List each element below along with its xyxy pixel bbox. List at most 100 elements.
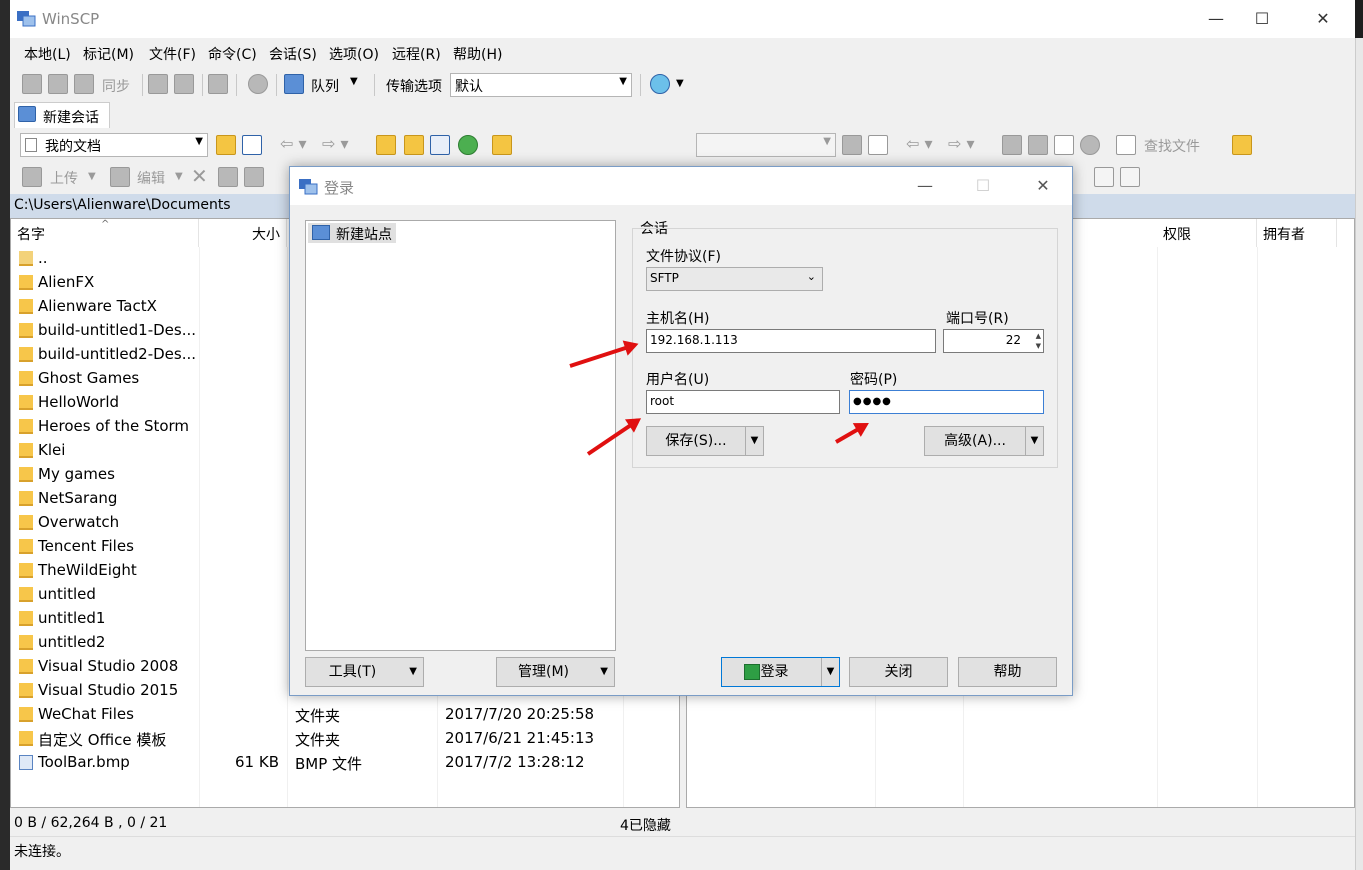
- chevron-down-icon[interactable]: ▼: [88, 171, 96, 182]
- sort-ascending-icon: ^: [101, 219, 110, 230]
- root-folder-icon[interactable]: [404, 135, 424, 155]
- queue-icon[interactable]: [284, 74, 304, 94]
- console-icon[interactable]: [148, 74, 168, 94]
- folder-icon: [19, 275, 33, 290]
- home-icon[interactable]: [430, 135, 450, 155]
- local-nav-toolbar: 我的文档 ▼ ⇦ ▾ ⇨ ▾: [10, 130, 680, 160]
- sync-browse-icon[interactable]: [48, 74, 68, 94]
- chevron-down-icon[interactable]: ▼: [350, 76, 358, 87]
- table-row[interactable]: WeChat Files 文件夹 2017/7/20 20:25:58: [11, 703, 679, 727]
- tree-icon[interactable]: [492, 135, 512, 155]
- forward-arrow-icon[interactable]: ⇨ ▾: [948, 134, 975, 153]
- remote-nav-toolbar: ▼ ⇦ ▾ ⇨ ▾ 查找文件: [686, 130, 1355, 160]
- chevron-down-icon: ▼: [600, 666, 608, 677]
- menu-commands[interactable]: 命令(C): [208, 44, 257, 64]
- menu-remote[interactable]: 远程(R): [392, 44, 441, 64]
- document-icon: [25, 138, 37, 152]
- dialog-title-bar: 登录 — ☐ ✕: [290, 167, 1072, 205]
- file-type: 文件夹: [295, 731, 341, 749]
- chevron-down-icon[interactable]: ▼: [175, 171, 183, 182]
- parent-folder-icon[interactable]: [376, 135, 396, 155]
- back-arrow-icon[interactable]: ⇦ ▾: [906, 134, 933, 153]
- local-location-select[interactable]: 我的文档 ▼: [20, 133, 208, 157]
- tab-new-session[interactable]: 新建会话: [14, 102, 110, 128]
- close-window-button[interactable]: ✕: [1300, 0, 1346, 38]
- manage-button[interactable]: 管理(M) ▼: [496, 657, 615, 687]
- username-input[interactable]: root: [646, 390, 840, 414]
- column-permissions[interactable]: 权限: [1157, 219, 1257, 247]
- menu-mark[interactable]: 标记(M): [83, 44, 134, 64]
- help-button[interactable]: 帮助: [958, 657, 1057, 687]
- column-size[interactable]: 大小: [199, 219, 287, 247]
- queue-list-icon[interactable]: [208, 74, 228, 94]
- open-folder-icon[interactable]: [216, 135, 236, 155]
- remote-location-select[interactable]: ▼: [696, 133, 836, 157]
- edit-icon[interactable]: [110, 167, 130, 187]
- maximize-button[interactable]: ☐: [1239, 0, 1285, 38]
- menu-session[interactable]: 会话(S): [269, 44, 317, 64]
- dialog-close-icon[interactable]: ✕: [1020, 167, 1066, 205]
- find-icon[interactable]: [1116, 135, 1136, 155]
- transfer-options-select[interactable]: 默认 ▼: [450, 73, 632, 97]
- upload-label[interactable]: 上传: [50, 168, 78, 188]
- minimize-button[interactable]: —: [1193, 0, 1239, 38]
- forward-arrow-icon[interactable]: ⇨ ▾: [322, 134, 349, 153]
- queue-label[interactable]: 队列: [311, 76, 339, 96]
- protocol-select[interactable]: SFTP ⌄: [646, 267, 823, 291]
- gear-icon[interactable]: [248, 74, 268, 94]
- sync-label[interactable]: 同步: [102, 76, 130, 96]
- background-window-strip: [1355, 38, 1363, 870]
- refresh-icon[interactable]: [1080, 135, 1100, 155]
- globe-icon[interactable]: [650, 74, 670, 94]
- table-row[interactable]: ToolBar.bmp 61 KB BMP 文件 2017/7/2 13:28:12: [11, 751, 679, 775]
- host-input[interactable]: 192.168.1.113: [646, 329, 936, 353]
- folder-icon: [19, 419, 33, 434]
- monitor-icon: [312, 225, 330, 240]
- save-button[interactable]: 保存(S)... ▼: [646, 426, 764, 456]
- site-item-new[interactable]: 新建站点: [308, 223, 396, 243]
- compare-icon[interactable]: [22, 74, 42, 94]
- column-owner[interactable]: 拥有者: [1257, 219, 1337, 247]
- back-arrow-icon[interactable]: ⇦ ▾: [280, 134, 307, 153]
- filter-icon[interactable]: [1120, 167, 1140, 187]
- spinner-icon[interactable]: ▲ ▼: [1036, 331, 1041, 351]
- find-files-label[interactable]: 查找文件: [1144, 136, 1200, 156]
- filter-icon[interactable]: [868, 135, 888, 155]
- winscp-icon: [16, 8, 36, 28]
- menu-local[interactable]: 本地(L): [24, 44, 71, 64]
- refresh-icon[interactable]: [458, 135, 478, 155]
- username-value: root: [650, 394, 675, 408]
- tools-button[interactable]: 工具(T) ▼: [305, 657, 424, 687]
- minimize-button[interactable]: —: [902, 167, 948, 205]
- sync-icon[interactable]: [74, 74, 94, 94]
- upload-icon[interactable]: [22, 167, 42, 187]
- properties-icon[interactable]: [244, 167, 264, 187]
- rename-icon[interactable]: [218, 167, 238, 187]
- delete-icon[interactable]: ✕: [191, 164, 208, 188]
- table-row[interactable]: 自定义 Office 模板 文件夹 2017/6/21 21:45:13: [11, 727, 679, 751]
- chevron-down-icon[interactable]: ▼: [821, 658, 839, 686]
- close-button[interactable]: 关闭: [849, 657, 948, 687]
- chevron-down-icon: ⌄: [806, 270, 816, 283]
- chevron-down-icon[interactable]: ▼: [676, 78, 684, 89]
- advanced-button[interactable]: 高级(A)... ▼: [924, 426, 1044, 456]
- root-folder-icon[interactable]: [1028, 135, 1048, 155]
- folder-icon: [19, 515, 33, 530]
- putty-icon[interactable]: [174, 74, 194, 94]
- edit-label[interactable]: 编辑: [137, 168, 165, 188]
- filter-icon[interactable]: [242, 135, 262, 155]
- menu-help[interactable]: 帮助(H): [453, 44, 502, 64]
- menu-file[interactable]: 文件(F): [149, 44, 196, 64]
- tree-icon[interactable]: [1232, 135, 1252, 155]
- new-file-icon[interactable]: [1094, 167, 1114, 187]
- open-folder-icon[interactable]: [842, 135, 862, 155]
- chevron-down-icon[interactable]: ▼: [745, 427, 763, 455]
- parent-folder-icon[interactable]: [1002, 135, 1022, 155]
- port-input[interactable]: 22 ▲ ▼: [943, 329, 1044, 353]
- chevron-down-icon[interactable]: ▼: [1025, 427, 1043, 455]
- menu-options[interactable]: 选项(O): [329, 44, 379, 64]
- login-button[interactable]: 登录 ▼: [721, 657, 840, 687]
- file-name: Heroes of the Storm: [38, 417, 190, 435]
- password-input[interactable]: ●●●●: [849, 390, 1044, 414]
- home-icon[interactable]: [1054, 135, 1074, 155]
